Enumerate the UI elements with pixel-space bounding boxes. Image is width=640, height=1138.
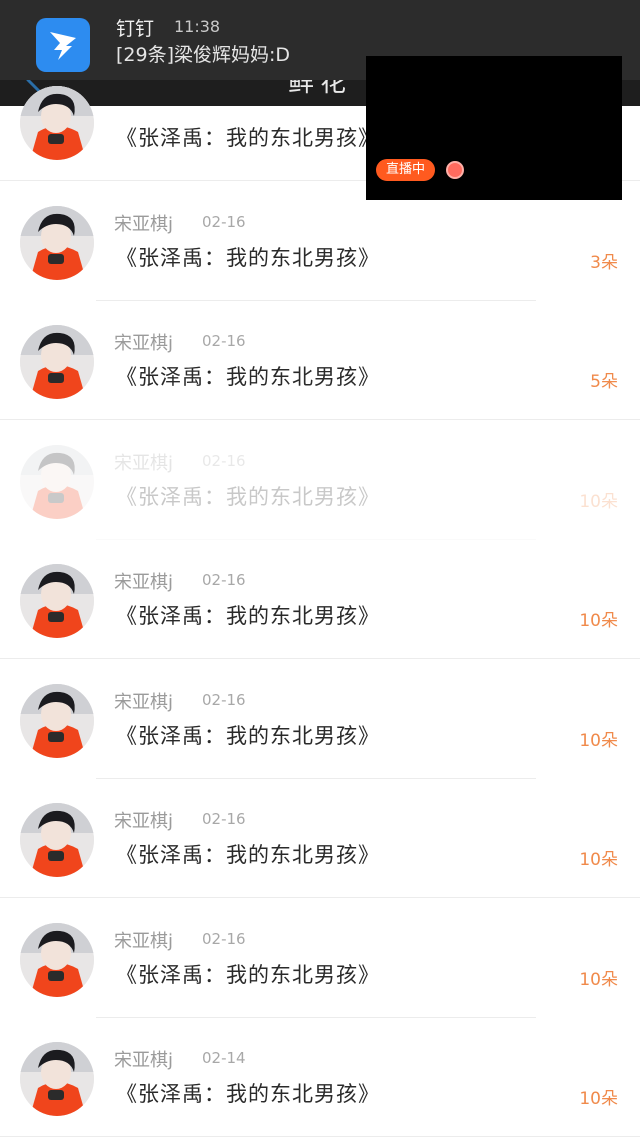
row-divider <box>0 1136 640 1137</box>
sender-name: 宋亚棋j <box>114 931 174 952</box>
row-divider <box>96 300 536 301</box>
row-divider <box>0 419 640 420</box>
work-title: 《张泽禹：我的东北男孩》 <box>116 126 380 150</box>
work-title: 《张泽禹：我的东北男孩》 <box>116 1082 380 1106</box>
live-badge: 直播中 <box>376 159 436 181</box>
list-item[interactable]: 宋亚棋j 02-16 《张泽禹：我的东北男孩》 5朵 <box>0 321 640 440</box>
gift-date: 02-16 <box>202 332 246 350</box>
sender-name: 宋亚棋j <box>114 1050 174 1071</box>
list-item[interactable]: 宋亚棋j 02-16 《张泽禹：我的东北男孩》 10朵 <box>0 799 640 918</box>
gift-date: 02-16 <box>202 691 246 709</box>
list-item[interactable]: 宋亚棋j 02-16 《张泽禹：我的东北男孩》 10朵 <box>0 441 640 560</box>
avatar[interactable] <box>20 206 94 280</box>
live-video-window[interactable]: 直播中 <box>366 56 622 200</box>
list-item[interactable]: 宋亚棋j 02-16 《张泽禹：我的东北男孩》 10朵 <box>0 919 640 1038</box>
list-item[interactable]: 宋亚棋j 02-16 《张泽禹：我的东北男孩》 10朵 <box>0 560 640 679</box>
avatar[interactable] <box>20 445 94 519</box>
work-title: 《张泽禹：我的东北男孩》 <box>116 724 380 748</box>
row-divider <box>96 778 536 779</box>
gift-date: 02-16 <box>202 213 246 231</box>
avatar[interactable] <box>20 325 94 399</box>
flower-count: 5朵 <box>590 372 618 392</box>
work-title: 《张泽禹：我的东北男孩》 <box>116 604 380 628</box>
avatar[interactable] <box>20 803 94 877</box>
live-record-indicator <box>446 161 464 179</box>
avatar[interactable] <box>20 1042 94 1116</box>
list-item[interactable]: 宋亚棋j 02-16 《张泽禹：我的东北男孩》 3朵 <box>0 202 640 321</box>
sender-name: 宋亚棋j <box>114 333 174 354</box>
avatar[interactable] <box>20 564 94 638</box>
work-title: 《张泽禹：我的东北男孩》 <box>116 246 380 270</box>
row-divider <box>96 1017 536 1018</box>
row-divider <box>0 658 640 659</box>
row-divider <box>96 539 536 540</box>
sender-name: 宋亚棋j <box>114 214 174 235</box>
sender-name: 宋亚棋j <box>114 811 174 832</box>
flower-count: 3朵 <box>590 253 618 273</box>
flower-count: 10朵 <box>579 492 618 512</box>
flower-count: 10朵 <box>579 970 618 990</box>
sender-name: 宋亚棋j <box>114 572 174 593</box>
gift-date: 02-14 <box>202 1049 246 1067</box>
work-title: 《张泽禹：我的东北男孩》 <box>116 843 380 867</box>
notification-app-name: 钉钉 <box>116 18 155 40</box>
avatar[interactable] <box>20 684 94 758</box>
sender-name: 宋亚棋j <box>114 453 174 474</box>
notification-message: [29条]梁俊辉妈妈:D <box>116 44 291 66</box>
gift-date: 02-16 <box>202 930 246 948</box>
work-title: 《张泽禹：我的东北男孩》 <box>116 963 380 987</box>
avatar[interactable] <box>20 923 94 997</box>
work-title: 《张泽禹：我的东北男孩》 <box>116 365 380 389</box>
flower-count: 10朵 <box>579 850 618 870</box>
gift-date: 02-16 <box>202 810 246 828</box>
work-title: 《张泽禹：我的东北男孩》 <box>116 485 380 509</box>
flower-count: 10朵 <box>579 731 618 751</box>
flower-count: 10朵 <box>579 611 618 631</box>
row-divider <box>0 897 640 898</box>
dingtalk-icon <box>36 18 90 72</box>
gift-date: 02-16 <box>202 452 246 470</box>
list-item[interactable]: 宋亚棋j 02-16 《张泽禹：我的东北男孩》 10朵 <box>0 680 640 799</box>
avatar[interactable] <box>20 86 94 160</box>
sender-name: 宋亚棋j <box>114 692 174 713</box>
flower-count: 10朵 <box>579 1089 618 1109</box>
notification-time: 11:38 <box>174 17 221 36</box>
list-item[interactable]: 宋亚棋j 02-14 《张泽禹：我的东北男孩》 10朵 <box>0 1038 640 1138</box>
gift-date: 02-16 <box>202 571 246 589</box>
